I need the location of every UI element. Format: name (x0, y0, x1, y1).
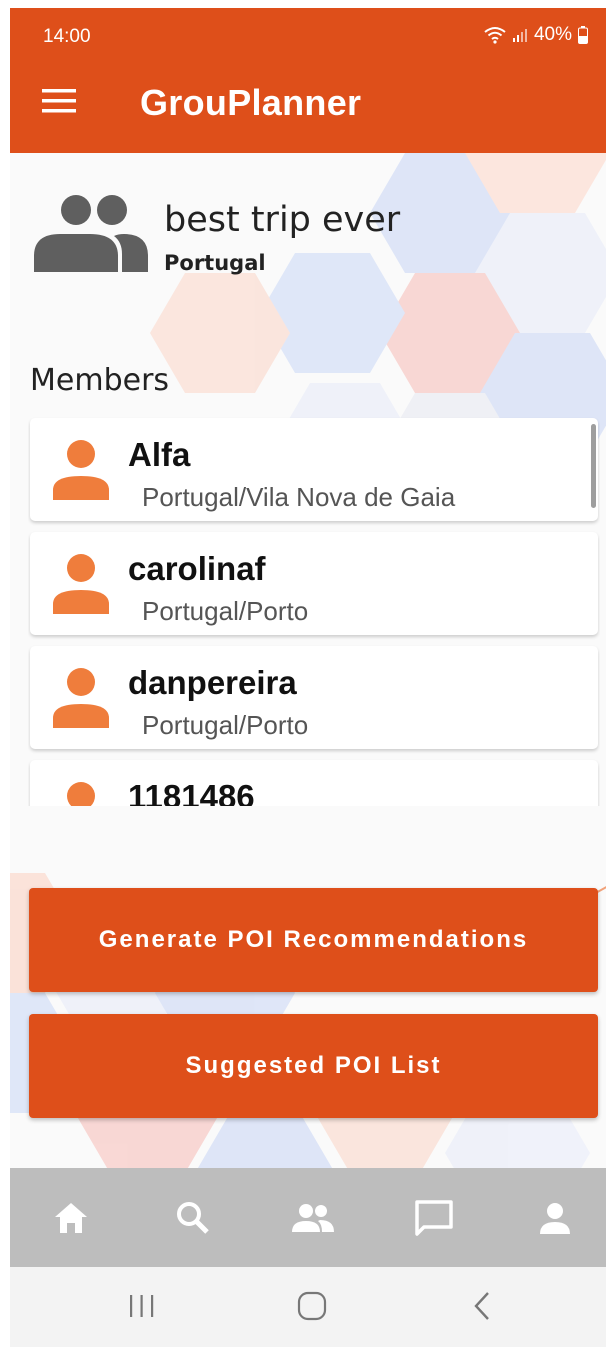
chat-icon[interactable] (406, 1192, 462, 1244)
app-bar: 14:00 40% GrouPlanner (10, 8, 606, 153)
person-icon (53, 668, 109, 728)
members-heading: Members (30, 363, 170, 398)
wifi-icon (484, 27, 506, 44)
suggested-poi-list-button[interactable]: Suggested POI List (29, 1014, 598, 1118)
person-icon (53, 554, 109, 614)
profile-icon[interactable] (527, 1192, 583, 1244)
person-icon (53, 440, 109, 500)
groups-icon[interactable] (285, 1192, 341, 1244)
status-indicators: 40% (484, 24, 588, 46)
battery-icon (578, 26, 588, 44)
signal-icon (512, 29, 527, 42)
group-name: best trip ever (164, 200, 401, 240)
home-circle-icon[interactable] (282, 1283, 342, 1329)
app-title: GrouPlanner (140, 82, 362, 123)
bottom-navigation (10, 1168, 606, 1267)
member-location: Portugal/Porto (142, 710, 309, 740)
battery-text: 40% (533, 24, 572, 45)
member-card[interactable]: danpereira Portugal/Porto (30, 646, 598, 749)
recents-icon[interactable] (112, 1283, 172, 1329)
member-card[interactable]: Alfa Portugal/Vila Nova de Gaia (30, 418, 598, 521)
person-icon (67, 782, 95, 806)
group-country: Portugal (164, 251, 266, 275)
status-time: 14:00 (43, 26, 91, 47)
member-name: 1181486 (128, 778, 255, 806)
group-people-icon (34, 195, 148, 272)
member-name: Alfa (128, 436, 191, 473)
home-icon[interactable] (43, 1192, 99, 1244)
back-icon[interactable] (452, 1283, 512, 1329)
app-screen: 14:00 40% GrouPlanner best trip ever Por… (10, 8, 606, 1347)
member-location: Portugal/Porto (142, 596, 309, 626)
system-navigation-bar (10, 1267, 606, 1347)
search-icon[interactable] (165, 1192, 221, 1244)
member-name: carolinaf (128, 550, 266, 587)
member-card[interactable]: 1181486 (30, 760, 598, 806)
list-scrollbar[interactable] (591, 424, 596, 508)
member-name: danpereira (128, 664, 297, 701)
members-list[interactable]: Alfa Portugal/Vila Nova de Gaia carolina… (28, 416, 600, 806)
generate-poi-recommendations-button[interactable]: Generate POI Recommendations (29, 888, 598, 992)
member-card[interactable]: carolinaf Portugal/Porto (30, 532, 598, 635)
hamburger-menu-icon[interactable] (40, 87, 80, 117)
member-location: Portugal/Vila Nova de Gaia (142, 482, 456, 512)
